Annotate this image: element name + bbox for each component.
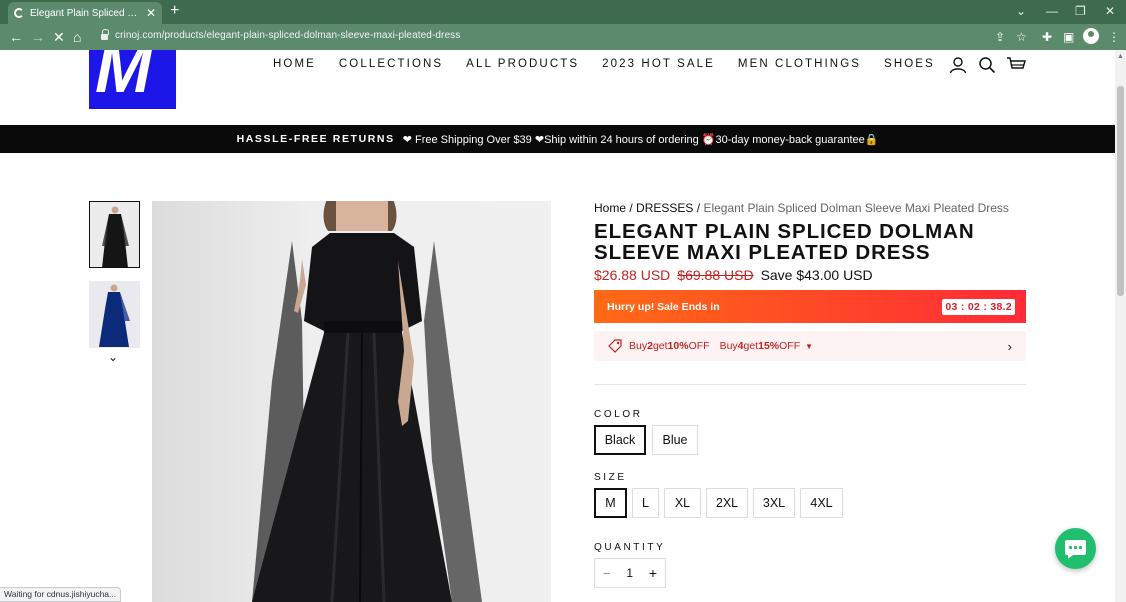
site-logo[interactable]: M bbox=[89, 50, 176, 109]
thumbnail-blue-dress-image bbox=[89, 281, 140, 348]
bookmark-star-icon[interactable]: ☆ bbox=[1016, 29, 1027, 45]
quantity-value[interactable]: 1 bbox=[626, 566, 633, 580]
loading-spinner-icon bbox=[14, 8, 24, 18]
browser-status-bar: Waiting for cdnus.jishiyucha... bbox=[0, 587, 122, 602]
price-row: $26.88 USD $69.88 USD Save $43.00 USD bbox=[594, 267, 873, 283]
bundle-offer-bar[interactable]: Buy 2 get 10% OFF Buy 4 get 15% OFF ▼ › bbox=[594, 331, 1026, 361]
browser-menu-icon[interactable]: ⋮ bbox=[1108, 29, 1120, 45]
compare-price: $69.88 USD bbox=[677, 267, 754, 283]
nav-shoes[interactable]: SHOES bbox=[884, 58, 935, 70]
address-bar: ← → ✕ ⌂ crinoj.com/products/elegant-plai… bbox=[0, 24, 1126, 50]
gallery-thumbnail-black[interactable] bbox=[89, 201, 140, 268]
breadcrumb-dresses[interactable]: DRESSES bbox=[636, 201, 693, 215]
savings-text: Save $43.00 USD bbox=[760, 267, 873, 283]
offer-pct-15: 15% bbox=[758, 340, 780, 352]
nav-home[interactable]: HOME bbox=[273, 58, 316, 70]
breadcrumb-current: Elegant Plain Spliced Dolman Sleeve Maxi… bbox=[703, 201, 1009, 215]
size-option-4xl[interactable]: 4XL bbox=[800, 488, 843, 518]
offer-get-text: get bbox=[652, 340, 668, 352]
offer-off-text: OFF bbox=[688, 340, 710, 352]
quantity-label: QUANTITY bbox=[594, 542, 666, 553]
nav-collections[interactable]: COLLECTIONS bbox=[339, 58, 443, 70]
account-icon[interactable] bbox=[949, 56, 967, 74]
offer-pct-10: 10% bbox=[667, 340, 689, 352]
breadcrumb: Home / DRESSES / Elegant Plain Spliced D… bbox=[594, 201, 1009, 215]
size-option-xl[interactable]: XL bbox=[664, 488, 701, 518]
countdown-timer: 03 : 02 : 38.2 bbox=[942, 298, 1015, 315]
size-option-3xl[interactable]: 3XL bbox=[753, 488, 795, 518]
sale-countdown-banner: Hurry up! Sale Ends in 03 : 02 : 38.2 bbox=[594, 290, 1026, 323]
extensions-icon[interactable]: ✚ bbox=[1042, 29, 1052, 45]
lock-icon[interactable] bbox=[101, 29, 109, 41]
thumbnail-black-dress-image bbox=[90, 202, 139, 267]
page-viewport: M HOME COLLECTIONS ALL PRODUCTS 2023 HOT… bbox=[0, 50, 1126, 602]
color-label: COLOR bbox=[594, 409, 643, 420]
nav-2023-hot-sale[interactable]: 2023 HOT SALE bbox=[602, 58, 715, 70]
offer-buy-text: Buy bbox=[719, 340, 738, 352]
product-title: ELEGANT PLAIN SPLICED DOLMAN SLEEVE MAXI… bbox=[594, 220, 975, 264]
color-option-blue[interactable]: Blue bbox=[652, 425, 698, 455]
section-divider bbox=[594, 384, 1026, 385]
breadcrumb-home[interactable]: Home bbox=[594, 201, 626, 215]
announcement-text: ❤ Free Shipping Over $39 ❤Ship within 24… bbox=[402, 133, 879, 146]
breadcrumb-separator: / bbox=[629, 201, 633, 215]
search-icon[interactable] bbox=[978, 56, 996, 74]
side-panel-icon[interactable]: ▣ bbox=[1063, 29, 1074, 45]
dress-photo-illustration bbox=[252, 201, 482, 602]
chat-button[interactable] bbox=[1055, 528, 1096, 569]
color-option-black[interactable]: Black bbox=[594, 425, 646, 455]
share-icon[interactable]: ⇪ bbox=[995, 29, 1005, 45]
minimize-icon[interactable]: — bbox=[1046, 2, 1058, 20]
nav-men-clothings[interactable]: MEN CLOTHINGS bbox=[738, 58, 861, 70]
url-field[interactable]: crinoj.com/products/elegant-plain-splice… bbox=[115, 30, 460, 41]
quantity-increase-button[interactable]: + bbox=[649, 565, 657, 581]
offer-get-text: get bbox=[743, 340, 759, 352]
page-scrollbar[interactable]: ▲ bbox=[1115, 50, 1126, 602]
announcement-bar[interactable]: HASSLE-FREE RETURNS ❤ Free Shipping Over… bbox=[0, 125, 1115, 153]
close-window-icon[interactable]: ✕ bbox=[1105, 2, 1115, 20]
nav-all-products[interactable]: ALL PRODUCTS bbox=[466, 58, 579, 70]
tab-close-icon[interactable]: ✕ bbox=[146, 7, 156, 19]
breadcrumb-separator: / bbox=[696, 201, 701, 215]
size-option-m[interactable]: M bbox=[594, 488, 627, 518]
forward-icon[interactable]: → bbox=[31, 27, 45, 47]
home-icon[interactable]: ⌂ bbox=[73, 27, 81, 47]
tab-title: Elegant Plain Spliced Dolman Sleeve Maxi… bbox=[30, 7, 140, 19]
offer-buy-text: Buy bbox=[629, 340, 648, 352]
browser-tab-bar: Elegant Plain Spliced Dolman Sleeve Maxi… bbox=[0, 0, 1126, 24]
browser-tab[interactable]: Elegant Plain Spliced Dolman Sleeve Maxi… bbox=[8, 2, 162, 24]
cart-icon[interactable] bbox=[1006, 56, 1026, 74]
stop-loading-icon[interactable]: ✕ bbox=[53, 27, 65, 47]
price-tag-icon bbox=[608, 339, 622, 353]
new-tab-button[interactable]: + bbox=[170, 2, 179, 20]
size-option-l[interactable]: L bbox=[632, 488, 659, 518]
tab-search-icon[interactable]: ⌄ bbox=[1016, 2, 1026, 20]
back-icon[interactable]: ← bbox=[9, 27, 23, 47]
scroll-up-icon[interactable]: ▲ bbox=[1117, 53, 1124, 60]
announcement-strong: HASSLE-FREE RETURNS bbox=[236, 133, 395, 145]
size-option-2xl[interactable]: 2XL bbox=[706, 488, 748, 518]
offer-dropdown-caret-icon[interactable]: ▼ bbox=[805, 342, 813, 351]
offer-chevron-right-icon[interactable]: › bbox=[1008, 339, 1012, 354]
restore-icon[interactable]: ❐ bbox=[1075, 2, 1086, 20]
logo-letter: M bbox=[95, 50, 152, 107]
gallery-thumbnail-blue[interactable] bbox=[89, 281, 140, 348]
countdown-label: Hurry up! Sale Ends in bbox=[607, 300, 720, 313]
sale-price: $26.88 USD bbox=[594, 267, 671, 283]
scrollbar-thumb[interactable] bbox=[1117, 86, 1124, 296]
quantity-decrease-button[interactable]: − bbox=[603, 566, 611, 581]
product-main-image[interactable] bbox=[152, 201, 551, 602]
size-label: SIZE bbox=[594, 472, 627, 483]
offer-off-text: OFF bbox=[779, 340, 801, 352]
profile-avatar-icon[interactable] bbox=[1083, 28, 1099, 44]
chat-bubble-icon bbox=[1065, 540, 1086, 559]
gallery-next-chevron-icon[interactable]: ⌄ bbox=[108, 350, 118, 364]
main-nav: HOME COLLECTIONS ALL PRODUCTS 2023 HOT S… bbox=[273, 58, 935, 70]
quantity-stepper: − 1 + bbox=[594, 558, 666, 588]
